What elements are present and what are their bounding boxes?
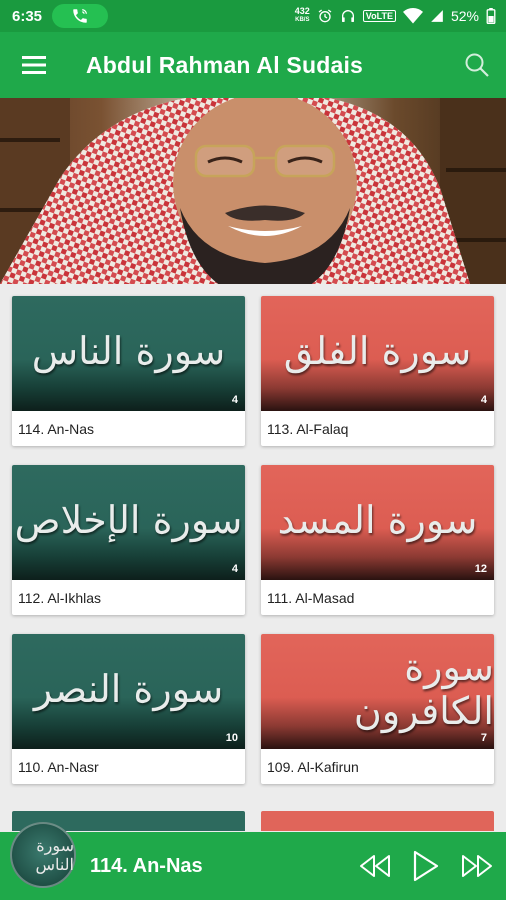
surah-artwork: سورة الكافرون 7 xyxy=(261,634,494,749)
surah-card[interactable]: سورة النصر 10 110. An-Nasr xyxy=(12,634,245,784)
battery-icon xyxy=(486,8,496,24)
cell-signal-icon xyxy=(431,10,443,22)
volte-indicator: VoLTE xyxy=(362,10,396,22)
surah-card[interactable]: سورة المسد 12 111. Al-Masad xyxy=(261,465,494,615)
ayah-count: 4 xyxy=(231,394,238,406)
surah-calligraphy: سورة الكافرون xyxy=(353,644,494,733)
surah-calligraphy: سورة النصر xyxy=(33,666,224,711)
surah-artwork: سورة النصر 10 xyxy=(12,634,245,749)
ongoing-call-indicator[interactable] xyxy=(52,4,109,28)
headphones-icon xyxy=(341,10,354,22)
mini-player[interactable]: سورة الناس 114. An-Nas xyxy=(0,822,506,900)
network-speed: 432 KB/S xyxy=(294,6,310,24)
surah-calligraphy: سورة المسد xyxy=(277,497,478,542)
ayah-count: 7 xyxy=(480,732,487,744)
now-playing-title: 114. An-Nas xyxy=(90,854,203,877)
battery-percent: 52% xyxy=(450,8,479,24)
surah-calligraphy: سورة الفلق xyxy=(283,328,472,373)
surah-artwork: سورة المسد 12 xyxy=(261,465,494,580)
reciter-portrait xyxy=(0,98,506,284)
fast-forward-icon[interactable] xyxy=(460,853,494,879)
ayah-count: 10 xyxy=(225,732,238,744)
surah-title: 113. Al-Falaq xyxy=(267,420,349,437)
status-bar: 6:35 432 KB/S VoLTE 52% xyxy=(0,0,506,32)
rewind-icon[interactable] xyxy=(358,853,392,879)
surah-card-partial[interactable] xyxy=(261,811,494,831)
surah-calligraphy: سورة الناس xyxy=(31,328,226,373)
ayah-count: 4 xyxy=(480,394,487,406)
play-icon[interactable] xyxy=(412,849,440,883)
player-controls xyxy=(358,849,506,883)
surah-title: 112. Al-Ikhlas xyxy=(18,589,102,606)
hamburger-menu-icon[interactable] xyxy=(22,55,48,75)
surah-card[interactable]: سورة الإخلاص 4 112. Al-Ikhlas xyxy=(12,465,245,615)
phone-icon xyxy=(73,9,88,23)
status-icons: 432 KB/S VoLTE 52% xyxy=(295,7,496,25)
status-time: 6:35 xyxy=(12,7,43,25)
surah-card[interactable]: سورة الكافرون 7 109. Al-Kafirun xyxy=(261,634,494,784)
surah-title: 114. An-Nas xyxy=(18,420,95,437)
surah-artwork: سورة الإخلاص 4 xyxy=(12,465,245,580)
search-icon[interactable] xyxy=(464,52,490,78)
surah-card[interactable]: سورة الفلق 4 113. Al-Falaq xyxy=(261,296,494,446)
surah-title: 109. Al-Kafirun xyxy=(267,758,359,775)
surah-artwork: سورة الفلق 4 xyxy=(261,296,494,411)
surah-title: 110. An-Nasr xyxy=(18,758,99,775)
app-title: Abdul Rahman Al Sudais xyxy=(86,51,364,78)
surah-card[interactable]: سورة الناس 4 114. An-Nas xyxy=(12,296,245,446)
ayah-count: 12 xyxy=(474,563,487,575)
reciter-banner xyxy=(0,98,506,284)
app-bar: Abdul Rahman Al Sudais xyxy=(0,32,506,98)
surah-title: 111. Al-Masad xyxy=(267,589,355,606)
next-row-partial xyxy=(12,811,496,831)
surah-grid: سورة الناس 4 114. An-Nas سورة الفلق 4 11… xyxy=(12,296,496,784)
surah-calligraphy: سورة الإخلاص xyxy=(14,497,243,542)
ayah-count: 4 xyxy=(231,563,238,575)
alarm-icon xyxy=(318,9,332,23)
surah-artwork: سورة الناس 4 xyxy=(12,296,245,411)
now-playing-artwork[interactable]: سورة الناس xyxy=(10,822,76,888)
wifi-icon xyxy=(402,8,423,24)
